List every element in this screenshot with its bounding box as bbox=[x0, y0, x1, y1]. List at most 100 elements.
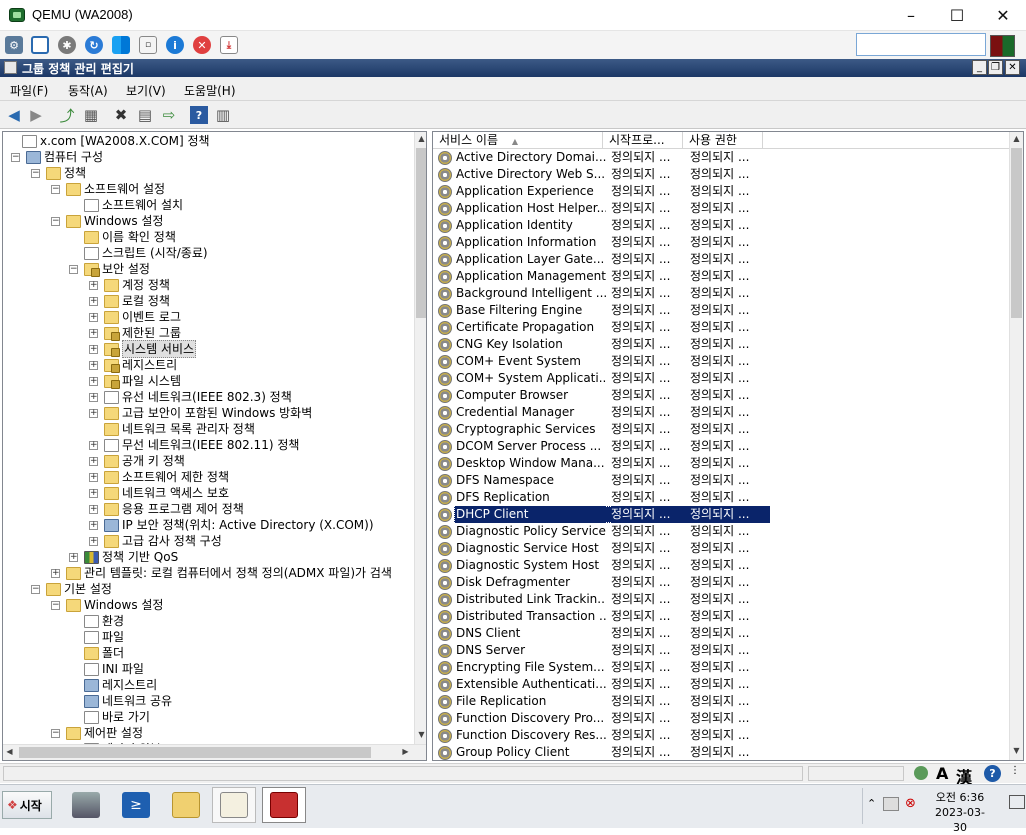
taskbar-powershell[interactable]: ≥ bbox=[114, 787, 158, 823]
service-row[interactable]: Desktop Window Mana... 정의되지 ... 정의되지 ... bbox=[433, 455, 1009, 472]
scroll-left-icon[interactable]: ◀ bbox=[3, 745, 16, 759]
refresh-icon[interactable]: ↻ bbox=[85, 36, 103, 54]
close-button[interactable]: ✕ bbox=[980, 0, 1026, 31]
expand-icon[interactable]: + bbox=[89, 408, 98, 418]
service-row[interactable]: DHCP Client 정의되지 ... 정의되지 ... bbox=[433, 506, 1009, 523]
tree-node[interactable]: + 레지스트리 bbox=[89, 357, 177, 373]
expand-icon[interactable]: + bbox=[89, 280, 98, 290]
stop-icon[interactable]: ✕ bbox=[193, 36, 211, 54]
service-row[interactable]: DCOM Server Process ... 정의되지 ... 정의되지 ... bbox=[433, 438, 1009, 455]
service-row[interactable]: Application Information 정의되지 ... 정의되지 ... bbox=[433, 234, 1009, 251]
taskbar-clock[interactable]: 오전 6:36 2023-03-30 bbox=[930, 790, 990, 835]
tree-scroll-thumb[interactable] bbox=[416, 148, 426, 318]
tree-node[interactable]: + 관리 템플릿: 로컬 컴퓨터에서 정책 정의(ADMX 파일)가 검색 bbox=[51, 565, 392, 581]
ime-help-icon[interactable]: ? bbox=[984, 765, 1001, 782]
service-row[interactable]: COM+ Event System 정의되지 ... 정의되지 ... bbox=[433, 353, 1009, 370]
expand-icon[interactable]: + bbox=[89, 344, 98, 354]
scroll-right-icon[interactable]: ▶ bbox=[399, 745, 412, 759]
menu-view[interactable]: 보기(V) bbox=[126, 82, 166, 99]
tree-node[interactable]: + 제한된 그룹 bbox=[89, 325, 181, 341]
tree-node[interactable]: + 고급 감사 정책 구성 bbox=[89, 533, 222, 549]
tree-vertical-scrollbar[interactable]: ▲ ▼ bbox=[414, 132, 426, 744]
collapse-icon[interactable]: − bbox=[69, 264, 78, 274]
tree-horizontal-scrollbar[interactable]: ◀ ▶ bbox=[3, 744, 426, 760]
windows-icon[interactable] bbox=[112, 36, 130, 54]
tree-node[interactable]: + 고급 보안이 포함된 Windows 방화벽 bbox=[89, 405, 312, 421]
tree-node[interactable]: 스크립트 (시작/종료) bbox=[69, 245, 208, 261]
tree-node[interactable]: + 파일 시스템 bbox=[89, 373, 181, 389]
tree-node[interactable]: 소프트웨어 설치 bbox=[69, 197, 183, 213]
service-row[interactable]: File Replication 정의되지 ... 정의되지 ... bbox=[433, 693, 1009, 710]
column-permission[interactable]: 사용 권한 bbox=[683, 132, 763, 149]
scroll-down-icon[interactable]: ▼ bbox=[415, 728, 426, 742]
service-row[interactable]: Function Discovery Res... 정의되지 ... 정의되지 ..… bbox=[433, 727, 1009, 744]
info-icon[interactable]: i bbox=[166, 36, 184, 54]
menu-help[interactable]: 도움말(H) bbox=[184, 82, 236, 99]
tree-node[interactable]: + IP 보안 정책(위치: Active Directory (X.COM)) bbox=[89, 517, 374, 533]
tree-node[interactable]: + 응용 프로그램 제어 정책 bbox=[89, 501, 244, 517]
expand-icon[interactable]: + bbox=[89, 392, 98, 402]
service-row[interactable]: DNS Server 정의되지 ... 정의되지 ... bbox=[433, 642, 1009, 659]
service-row[interactable]: Application Host Helper... 정의되지 ... 정의되지 .… bbox=[433, 200, 1009, 217]
taskbar-gp-editor[interactable] bbox=[262, 787, 306, 823]
maximize-button[interactable]: ☐ bbox=[934, 0, 980, 31]
service-row[interactable]: Group Policy Client 정의되지 ... 정의되지 ... bbox=[433, 744, 1009, 760]
taskbar-server-manager[interactable] bbox=[64, 787, 108, 823]
tree-node[interactable]: INI 파일 bbox=[69, 661, 144, 677]
ime-alpha-indicator[interactable]: A bbox=[936, 764, 948, 783]
expand-icon[interactable]: + bbox=[89, 456, 98, 466]
color-swatch-icon[interactable] bbox=[990, 35, 1015, 57]
mmc-minimize-button[interactable]: _ bbox=[972, 60, 987, 75]
action-center-icon[interactable] bbox=[883, 797, 899, 811]
tree-node[interactable]: + 네트워크 액세스 보호 bbox=[89, 485, 229, 501]
mmc-restore-button[interactable]: ❐ bbox=[988, 60, 1003, 75]
service-row[interactable]: Diagnostic System Host 정의되지 ... 정의되지 ... bbox=[433, 557, 1009, 574]
up-folder-icon[interactable]: ⤴ bbox=[58, 106, 76, 125]
list-scroll-down-icon[interactable]: ▼ bbox=[1010, 744, 1023, 758]
collapse-icon[interactable]: − bbox=[51, 728, 60, 738]
collapse-icon[interactable]: − bbox=[51, 184, 60, 194]
expand-icon[interactable]: + bbox=[51, 568, 60, 578]
tree-node[interactable]: 이름 확인 정책 bbox=[69, 229, 176, 245]
service-row[interactable]: Cryptographic Services 정의되지 ... 정의되지 ... bbox=[433, 421, 1009, 438]
tree-node[interactable]: − 소프트웨어 설정 bbox=[51, 181, 165, 197]
collapse-icon[interactable]: − bbox=[11, 152, 20, 162]
service-row[interactable]: DFS Replication 정의되지 ... 정의되지 ... bbox=[433, 489, 1009, 506]
qemu-search-input[interactable] bbox=[856, 33, 986, 56]
ime-toolbar-icon[interactable] bbox=[914, 766, 928, 780]
mmc-close-button[interactable]: ✕ bbox=[1005, 60, 1020, 75]
tree-node[interactable]: 네트워크 공유 bbox=[69, 693, 172, 709]
tree-node[interactable]: − 보안 설정 bbox=[69, 261, 150, 277]
tree-node[interactable]: − 기본 설정 bbox=[31, 581, 112, 597]
service-row[interactable]: Disk Defragmenter 정의되지 ... 정의되지 ... bbox=[433, 574, 1009, 591]
delete-icon[interactable]: ✖ bbox=[112, 106, 130, 124]
tree-node[interactable]: 환경 bbox=[69, 613, 124, 629]
fullscreen-icon[interactable] bbox=[31, 36, 49, 54]
export-list-icon[interactable]: ⇨ bbox=[160, 106, 178, 124]
service-row[interactable]: CNG Key Isolation 정의되지 ... 정의되지 ... bbox=[433, 336, 1009, 353]
expand-icon[interactable]: + bbox=[89, 488, 98, 498]
service-row[interactable]: DNS Client 정의되지 ... 정의되지 ... bbox=[433, 625, 1009, 642]
collapse-icon[interactable]: − bbox=[51, 216, 60, 226]
service-row[interactable]: Active Directory Domai... 정의되지 ... 정의되지 ..… bbox=[433, 149, 1009, 166]
properties-icon[interactable]: ▤ bbox=[136, 106, 154, 124]
screenshot-delete-icon[interactable]: ⤓ bbox=[220, 36, 238, 54]
tree-node[interactable]: 네트워크 목록 관리자 정책 bbox=[89, 421, 255, 437]
back-arrow-icon[interactable]: ◀ bbox=[5, 106, 23, 124]
tree-node[interactable]: + 계정 정책 bbox=[89, 277, 170, 293]
column-service-name[interactable]: 서비스 이름 ▲ bbox=[433, 132, 603, 149]
expand-icon[interactable]: + bbox=[89, 328, 98, 338]
usb-device-icon[interactable]: ▫ bbox=[139, 36, 157, 54]
service-row[interactable]: Encrypting File System... 정의되지 ... 정의되지 ..… bbox=[433, 659, 1009, 676]
tree-node[interactable]: x.com [WA2008.X.COM] 정책 bbox=[7, 133, 210, 149]
column-startup[interactable]: 시작프로... bbox=[603, 132, 683, 149]
show-hide-tree-icon[interactable]: ▦ bbox=[82, 106, 100, 124]
expand-icon[interactable]: + bbox=[69, 552, 78, 562]
expand-icon[interactable]: + bbox=[89, 296, 98, 306]
action-pane-icon[interactable]: ▥ bbox=[214, 106, 232, 124]
service-row[interactable]: Credential Manager 정의되지 ... 정의되지 ... bbox=[433, 404, 1009, 421]
tree-node[interactable]: + 무선 네트워크(IEEE 802.11) 정책 bbox=[89, 437, 299, 453]
start-button[interactable]: ❖ 시작 bbox=[2, 791, 52, 819]
service-row[interactable]: Base Filtering Engine 정의되지 ... 정의되지 ... bbox=[433, 302, 1009, 319]
service-row[interactable]: Application Layer Gate... 정의되지 ... 정의되지 ..… bbox=[433, 251, 1009, 268]
